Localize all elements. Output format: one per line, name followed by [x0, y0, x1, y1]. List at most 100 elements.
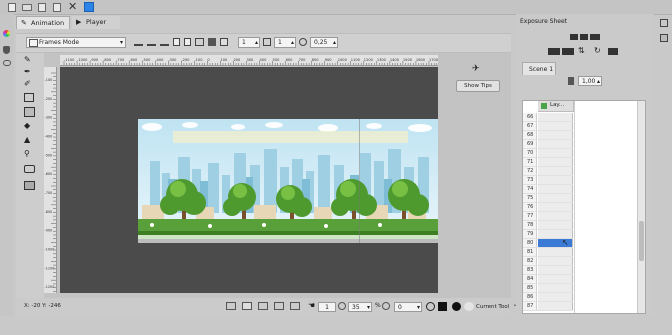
frame-cell[interactable] — [538, 140, 573, 148]
eyedropper-icon[interactable]: ⚲ — [24, 149, 36, 159]
frame-row[interactable]: 70 — [523, 149, 573, 158]
zoom-select[interactable]: 35 ▾ — [348, 302, 372, 312]
duplicate-icon[interactable] — [562, 48, 574, 55]
brush-tool-icon[interactable]: ✐ — [24, 79, 36, 89]
table-icon[interactable] — [258, 302, 268, 310]
color-wheel-icon[interactable] — [3, 30, 10, 37]
copy-frame-icon[interactable] — [173, 38, 180, 46]
scrollbar-thumb[interactable] — [639, 221, 644, 261]
select-tool-icon[interactable] — [24, 107, 36, 117]
shape-tool-icon[interactable] — [24, 93, 36, 103]
frame-cell[interactable] — [538, 167, 573, 175]
frame-cell[interactable] — [538, 284, 573, 292]
add-frame-icon[interactable] — [570, 34, 578, 40]
frame-row[interactable]: 78 — [523, 221, 573, 230]
frame-row[interactable]: 84 — [523, 275, 573, 284]
frame-cell[interactable] — [538, 230, 573, 238]
layer-visible-icon[interactable] — [541, 103, 547, 109]
filled-circle-icon[interactable] — [452, 302, 461, 311]
delete-icon[interactable] — [608, 48, 618, 55]
frame-cell[interactable] — [538, 131, 573, 139]
stamp-icon[interactable] — [208, 38, 216, 46]
frame-cell[interactable] — [538, 212, 573, 220]
frame-row[interactable]: 69 — [523, 140, 573, 149]
frame-row[interactable]: 67 — [523, 122, 573, 131]
frame-cell[interactable] — [538, 266, 573, 274]
image-tool-icon[interactable] — [24, 181, 36, 191]
outline-circle-icon[interactable] — [426, 302, 435, 311]
frame-cell[interactable] — [538, 158, 573, 166]
frame-row[interactable]: 73 — [523, 176, 573, 185]
eraser-icon[interactable]: ▲ — [24, 135, 36, 145]
field-b[interactable]: 1 ▴ — [274, 37, 296, 48]
exposure-grid[interactable]: Lay... 66 67 68 69 70 71 72 73 74 75 76 77 78 79 80 ↖ 81… — [522, 100, 646, 314]
insert-icon[interactable] — [548, 48, 560, 55]
open-folder-icon[interactable] — [22, 4, 32, 11]
frame-cell[interactable] — [538, 176, 573, 184]
grid-icon[interactable] — [242, 302, 252, 310]
speed-field[interactable]: 1,00 ▴ — [578, 76, 602, 86]
frame-cell[interactable] — [538, 257, 573, 265]
mode-select[interactable]: Frames Mode ▾ — [26, 37, 126, 48]
field-a[interactable]: 1 ▴ — [238, 37, 260, 48]
frame-row[interactable]: 74 — [523, 185, 573, 194]
frame-row[interactable]: 86 — [523, 293, 573, 302]
opacity-icon[interactable] — [299, 38, 307, 46]
frame-row[interactable]: 85 — [523, 284, 573, 293]
screen-icon[interactable] — [290, 302, 300, 310]
close-icon[interactable]: ✕ — [68, 1, 78, 12]
group-icon[interactable] — [3, 60, 11, 66]
zoom-icon[interactable] — [338, 302, 346, 310]
hand-icon[interactable]: ☚ — [308, 301, 316, 311]
frame-cell[interactable] — [538, 248, 573, 256]
fill-tool-icon[interactable]: ◆ — [24, 121, 36, 131]
brush-icon[interactable] — [3, 46, 10, 54]
frame-cell[interactable] — [538, 293, 573, 301]
layer-header[interactable]: Lay... — [538, 101, 574, 112]
onion-skin-icon[interactable] — [134, 39, 143, 46]
onion-back-icon[interactable] — [147, 39, 156, 46]
new-file-icon[interactable] — [8, 3, 16, 12]
exposure-settings-icon[interactable] — [660, 34, 668, 42]
frame-row[interactable]: 66 — [523, 113, 573, 122]
onion-forward-icon[interactable] — [160, 39, 169, 46]
rotate-icon[interactable] — [382, 302, 390, 310]
refresh-icon[interactable]: ↻ — [594, 46, 604, 56]
frame-row[interactable]: 80 ↖ — [523, 238, 573, 248]
pin-icon[interactable]: ✈ — [472, 64, 482, 74]
frame-row[interactable]: 82 — [523, 257, 573, 266]
tab-player[interactable]: ▶ Player — [72, 16, 120, 29]
scrollbar[interactable] — [637, 101, 645, 313]
frame-row[interactable]: 72 — [523, 167, 573, 176]
show-tips-button[interactable]: Show Tips — [456, 80, 500, 92]
frame-cell[interactable] — [538, 221, 573, 229]
frame-cell[interactable] — [538, 122, 573, 130]
paste-frame-icon[interactable] — [184, 38, 191, 46]
pen-icon[interactable]: ✒ — [24, 67, 36, 77]
frame-row[interactable]: 77 — [523, 212, 573, 221]
black-square-icon[interactable] — [438, 302, 447, 311]
export-icon[interactable] — [84, 2, 94, 12]
frame-row[interactable]: 71 — [523, 158, 573, 167]
frame-row[interactable]: 87 — [523, 302, 573, 311]
scene-image[interactable] — [138, 119, 438, 243]
opacity-field[interactable]: 0,25 ▴ — [310, 37, 338, 48]
remove-frame-icon[interactable] — [580, 34, 588, 40]
frame-row[interactable]: 68 — [523, 131, 573, 140]
frame-cell[interactable] — [538, 113, 573, 121]
rotation-select[interactable]: 0 ▾ — [394, 302, 422, 312]
safe-area-icon[interactable] — [226, 302, 236, 310]
save-as-icon[interactable] — [53, 3, 61, 12]
tab-scene-1[interactable]: Scene 1 — [522, 62, 556, 75]
layers-icon[interactable] — [220, 38, 228, 46]
frame-row[interactable]: 76 — [523, 203, 573, 212]
move-up-down-icon[interactable]: ⇅ — [578, 46, 590, 56]
motion-icon[interactable] — [24, 165, 36, 175]
tab-animation[interactable]: ✎ Animation — [16, 16, 70, 29]
save-icon[interactable] — [38, 3, 46, 12]
frame-row[interactable]: 83 — [523, 266, 573, 275]
frames-icon[interactable] — [195, 38, 204, 46]
frame-field[interactable]: 1 — [318, 302, 336, 312]
frame-cell[interactable]: ↖ — [538, 238, 573, 247]
frame-cell[interactable] — [538, 194, 573, 202]
